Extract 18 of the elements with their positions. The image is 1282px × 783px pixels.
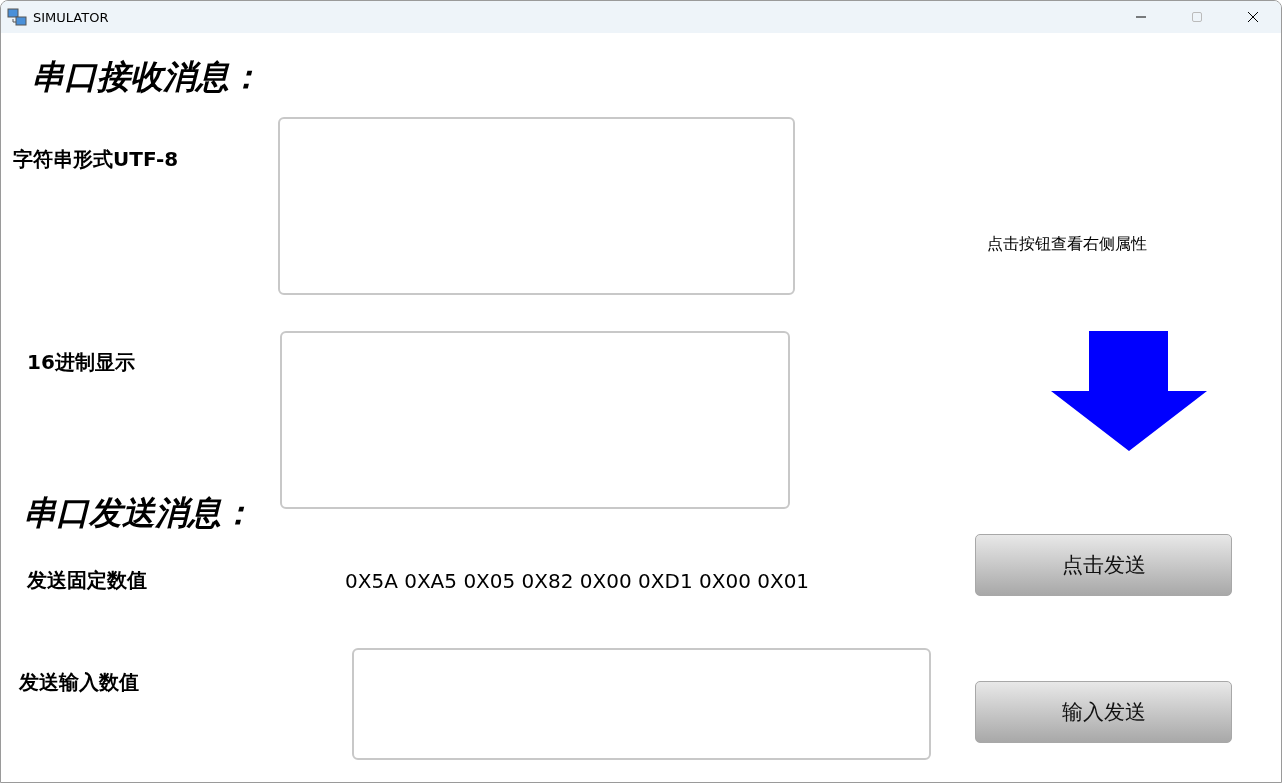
maximize-icon bbox=[1191, 11, 1203, 23]
field-label: 16进制显示 bbox=[27, 349, 136, 376]
fixed-value-text: 0X5A 0XA5 0X05 0X82 0X00 0XD1 0X00 0X01 bbox=[345, 569, 811, 593]
window-title: SIMULATOR bbox=[33, 9, 110, 25]
hint-text: 点击按钮查看右侧属性 bbox=[987, 234, 1147, 255]
field-label: 字符串形式UTF-8 bbox=[13, 146, 180, 173]
field-label: 发送输入数值 bbox=[19, 669, 140, 696]
network-icon bbox=[7, 7, 27, 27]
down-arrow-icon bbox=[1051, 331, 1207, 451]
send-input-button[interactable]: 输入发送 bbox=[975, 681, 1232, 743]
section-heading: 串口接收消息： bbox=[31, 56, 262, 98]
field-label: 发送固定数值 bbox=[27, 567, 148, 594]
utf8-text-area[interactable] bbox=[278, 117, 795, 295]
close-icon bbox=[1247, 11, 1259, 23]
hex-text-area[interactable] bbox=[280, 331, 790, 509]
send-button[interactable]: 点击发送 bbox=[975, 534, 1232, 596]
input-field[interactable] bbox=[352, 648, 931, 760]
section-heading: 串口发送消息： bbox=[23, 492, 254, 534]
